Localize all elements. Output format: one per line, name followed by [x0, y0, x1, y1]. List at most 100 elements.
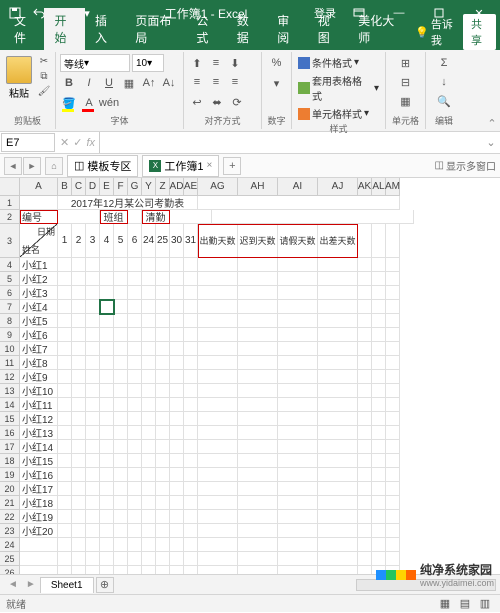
cell[interactable]: [142, 286, 156, 300]
cell[interactable]: [238, 258, 278, 272]
row-header[interactable]: 20: [0, 482, 20, 496]
cell-styles-button[interactable]: 单元格样式 ▾: [296, 105, 381, 122]
cell[interactable]: [386, 524, 400, 538]
cell[interactable]: 出勤天数: [198, 224, 238, 258]
cell[interactable]: [278, 510, 318, 524]
cell[interactable]: [156, 524, 170, 538]
cell[interactable]: [86, 468, 100, 482]
cell[interactable]: [128, 538, 142, 552]
cell[interactable]: [114, 496, 128, 510]
cell[interactable]: [358, 440, 372, 454]
cell[interactable]: [386, 300, 400, 314]
cell[interactable]: [358, 524, 372, 538]
cell[interactable]: [278, 552, 318, 566]
cell[interactable]: [184, 426, 198, 440]
cell[interactable]: 2017年12月某公司考勤表: [58, 196, 198, 210]
cell[interactable]: 迟到天数: [238, 224, 278, 258]
cell[interactable]: [58, 398, 72, 412]
row-header[interactable]: 22: [0, 510, 20, 524]
cell[interactable]: [198, 510, 238, 524]
cell[interactable]: [358, 286, 372, 300]
cell[interactable]: [358, 258, 372, 272]
cell[interactable]: [156, 398, 170, 412]
cell[interactable]: [58, 328, 72, 342]
cell[interactable]: [100, 286, 114, 300]
cell[interactable]: [86, 272, 100, 286]
cell[interactable]: [184, 328, 198, 342]
cell[interactable]: [170, 426, 184, 440]
cell[interactable]: [318, 426, 358, 440]
align-bottom-icon[interactable]: ⬇: [226, 54, 244, 72]
cell[interactable]: [372, 300, 386, 314]
cell[interactable]: [156, 286, 170, 300]
template-zone-tab[interactable]: ◫ 模板专区: [67, 155, 138, 177]
add-workbook-tab-icon[interactable]: +: [223, 157, 241, 175]
cell[interactable]: [184, 454, 198, 468]
cell[interactable]: [184, 356, 198, 370]
column-header[interactable]: C: [72, 178, 86, 196]
tab-file[interactable]: 文件: [4, 8, 44, 50]
cell[interactable]: [156, 370, 170, 384]
cell[interactable]: [170, 356, 184, 370]
cell[interactable]: [198, 412, 238, 426]
cell[interactable]: [170, 210, 212, 224]
format-cells-icon[interactable]: ▦: [397, 92, 415, 110]
cell[interactable]: [156, 272, 170, 286]
cell[interactable]: [58, 468, 72, 482]
row-header[interactable]: 15: [0, 412, 20, 426]
cell[interactable]: [128, 468, 142, 482]
cell[interactable]: 小红19: [20, 510, 58, 524]
cell[interactable]: [318, 328, 358, 342]
row-header[interactable]: 18: [0, 454, 20, 468]
row-header[interactable]: 7: [0, 300, 20, 314]
cell[interactable]: [100, 510, 114, 524]
row-header[interactable]: 4: [0, 258, 20, 272]
border-icon[interactable]: ▦: [120, 74, 138, 92]
cell[interactable]: [358, 538, 372, 552]
close-tab-icon[interactable]: ×: [207, 160, 213, 171]
cell[interactable]: [58, 412, 72, 426]
row-header[interactable]: 16: [0, 426, 20, 440]
cell[interactable]: [386, 468, 400, 482]
cell[interactable]: [100, 258, 114, 272]
cell[interactable]: [58, 300, 72, 314]
cell[interactable]: [170, 482, 184, 496]
cell[interactable]: [238, 524, 278, 538]
cell[interactable]: [198, 538, 238, 552]
cell[interactable]: [358, 426, 372, 440]
copy-icon[interactable]: ⧉: [36, 69, 52, 83]
cell[interactable]: 小红20: [20, 524, 58, 538]
cell[interactable]: [278, 286, 318, 300]
cell[interactable]: [114, 272, 128, 286]
cell[interactable]: [156, 552, 170, 566]
cell[interactable]: [58, 566, 72, 574]
cell[interactable]: [86, 286, 100, 300]
cell[interactable]: [86, 538, 100, 552]
cell[interactable]: [72, 314, 86, 328]
cell[interactable]: [184, 272, 198, 286]
cell[interactable]: [238, 468, 278, 482]
cell[interactable]: [170, 454, 184, 468]
cell[interactable]: [184, 510, 198, 524]
underline-icon[interactable]: U: [100, 74, 118, 92]
tab-data[interactable]: 数据: [227, 8, 267, 50]
row-header[interactable]: 5: [0, 272, 20, 286]
cell[interactable]: [72, 538, 86, 552]
row-header[interactable]: 6: [0, 286, 20, 300]
cell[interactable]: [358, 566, 372, 574]
cell[interactable]: [72, 524, 86, 538]
name-box[interactable]: E7: [1, 133, 55, 152]
cell[interactable]: [72, 412, 86, 426]
cell[interactable]: [128, 210, 142, 224]
cell[interactable]: [372, 314, 386, 328]
cell[interactable]: [170, 314, 184, 328]
cell[interactable]: [372, 510, 386, 524]
cell[interactable]: [238, 370, 278, 384]
cell[interactable]: [72, 426, 86, 440]
cell[interactable]: [318, 272, 358, 286]
cell[interactable]: [386, 384, 400, 398]
column-header[interactable]: AD: [170, 178, 184, 196]
cell[interactable]: [358, 342, 372, 356]
cell[interactable]: [358, 328, 372, 342]
row-header[interactable]: 25: [0, 552, 20, 566]
